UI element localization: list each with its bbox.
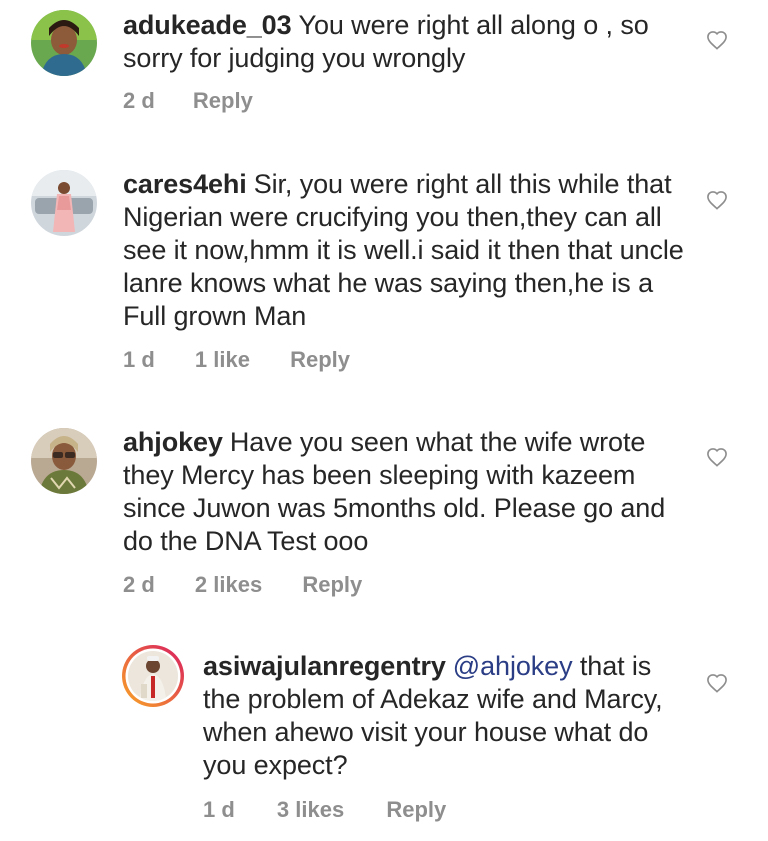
comment-meta: 2 d 2 likes Reply xyxy=(123,572,362,598)
comment-meta: 2 d Reply xyxy=(123,88,253,114)
avatar-story-ring[interactable] xyxy=(121,644,185,708)
comment-text: asiwajulanregentry @ahjokey that is the p… xyxy=(203,650,683,782)
comment-username[interactable]: cares4ehi xyxy=(123,169,247,199)
mention-link[interactable]: @ahjokey xyxy=(453,651,573,681)
heart-outline-icon[interactable] xyxy=(706,673,728,693)
avatar-photo-icon xyxy=(31,428,97,494)
reply-comment-item: asiwajulanregentry @ahjokey that is the p… xyxy=(0,643,768,841)
reply-button[interactable]: Reply xyxy=(290,347,350,373)
avatar-photo-icon xyxy=(122,645,184,707)
comment-item: cares4ehi Sir, you were right all this wh… xyxy=(0,160,768,390)
comment-text: adukeade_03 You were right all along o , … xyxy=(123,9,693,75)
avatar[interactable] xyxy=(31,170,97,236)
avatar[interactable] xyxy=(31,10,97,76)
comment-username[interactable]: adukeade_03 xyxy=(123,10,292,40)
reply-button[interactable]: Reply xyxy=(386,797,446,823)
comment-username[interactable]: asiwajulanregentry xyxy=(203,651,446,681)
comment-text: ahjokey Have you seen what the wife wrote… xyxy=(123,426,693,558)
comment-text: cares4ehi Sir, you were right all this wh… xyxy=(123,168,693,333)
heart-outline-icon[interactable] xyxy=(706,447,728,467)
reply-button[interactable]: Reply xyxy=(193,88,253,114)
avatar[interactable] xyxy=(31,428,97,494)
heart-outline-icon[interactable] xyxy=(706,30,728,50)
likes-count[interactable]: 1 like xyxy=(195,347,250,373)
comment-item: ahjokey Have you seen what the wife wrote… xyxy=(0,419,768,619)
comment-timestamp: 2 d xyxy=(123,88,155,113)
comment-timestamp: 1 d xyxy=(123,347,155,372)
comment-meta: 1 d 1 like Reply xyxy=(123,347,350,373)
avatar-photo-icon xyxy=(31,10,97,76)
comment-timestamp: 1 d xyxy=(203,797,235,822)
comment-meta: 1 d 3 likes Reply xyxy=(203,797,446,823)
heart-outline-icon[interactable] xyxy=(706,190,728,210)
reply-button[interactable]: Reply xyxy=(302,572,362,598)
comment-username[interactable]: ahjokey xyxy=(123,427,223,457)
comment-item: adukeade_03 You were right all along o , … xyxy=(0,0,768,140)
likes-count[interactable]: 3 likes xyxy=(277,797,344,823)
comment-timestamp: 2 d xyxy=(123,572,155,597)
likes-count[interactable]: 2 likes xyxy=(195,572,262,598)
avatar-photo-icon xyxy=(31,170,97,236)
